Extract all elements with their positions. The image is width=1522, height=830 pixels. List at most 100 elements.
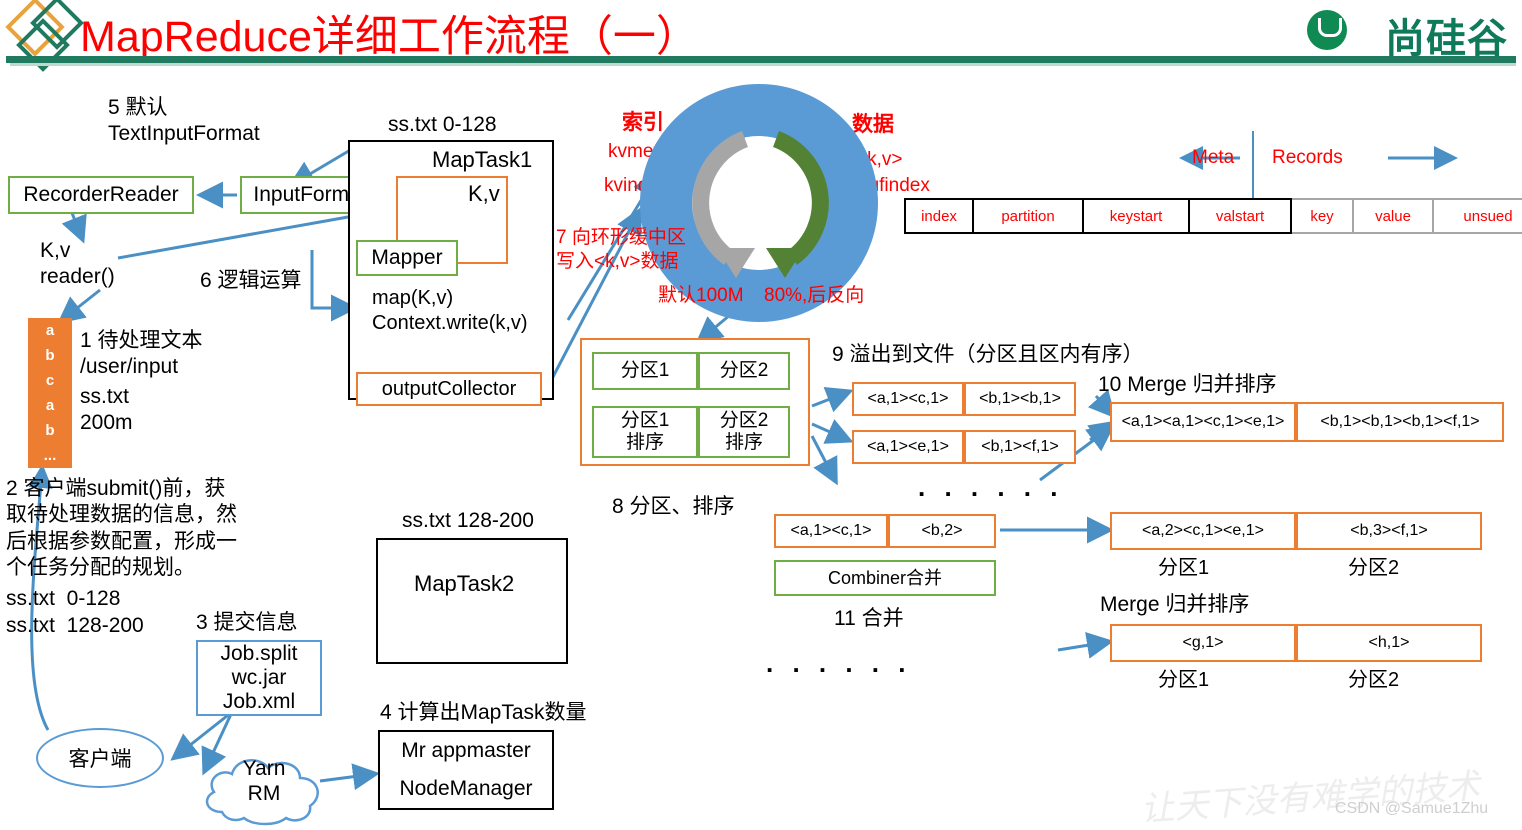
merge-bottom-cell2: <h,1> (1296, 624, 1482, 662)
merge-bottom-partition1-label: 分区1 (1158, 669, 1210, 691)
bufindex-label: bufindex (858, 175, 930, 196)
step6-label: 6 逻辑运算 (200, 269, 302, 292)
recorder-reader-label: RecorderReader (23, 182, 179, 206)
combiner-label: Combiner合并 (827, 567, 943, 588)
cell-text: key (1310, 207, 1334, 225)
meta-arrow-label: Meta (1192, 147, 1235, 168)
output-collector-label: outputCollector (381, 377, 517, 400)
step5-label: 5 默认 TextInputFormat (108, 96, 260, 146)
map-code-label: map(K,v) Context.write(k,v) (372, 287, 528, 334)
header-divider-shadow (10, 63, 1516, 66)
csdn-credit: CSDN @Samue1Zhu (1335, 800, 1489, 817)
merge-mid-partition2-label: 分区2 (1348, 557, 1400, 579)
page-title: MapReduce详细工作流程（一） (80, 13, 699, 61)
step8-label: 8 分区、排序 (612, 495, 735, 518)
maptask2-caption: ss.txt 128-200 (402, 509, 534, 532)
spill-cell-text: <a,1><e,1> (867, 437, 949, 455)
client-node: 客户端 (36, 728, 164, 788)
merge-cell-text: <b,3><f,1> (1350, 521, 1428, 539)
mapper-label: Mapper (371, 245, 443, 269)
merge-mid-caption: Merge 归并排序 (1100, 593, 1250, 616)
shangguigu-logo-icon (1307, 10, 1347, 50)
buffer-spill-threshold-label: 80%,后反向 (764, 285, 865, 306)
diagram-canvas: MapReduce详细工作流程（一） 尚硅谷 5 默认 TextInputFor… (0, 0, 1522, 830)
partition2-box: 分区2 (698, 352, 790, 390)
step2-label: 2 客户端submit()前，获 取待处理数据的信息，然 后根据参数配置，形成一… (6, 477, 237, 579)
partition2-sorted-box: 分区2 排序 (698, 406, 790, 458)
input-file-size: 200m (80, 411, 133, 434)
maptask1-kv-label: K,v (468, 181, 500, 206)
records-arrow-label: Records (1272, 147, 1343, 168)
combiner-box: Combiner合并 (774, 560, 996, 596)
step1-label: 1 待处理文本 /user/input (80, 329, 203, 379)
merge-top-cell1: <a,1><a,1><c,1><e,1> (1110, 402, 1296, 442)
maptask2-title: MapTask2 (414, 571, 515, 596)
combine-cell-text: <b,2> (921, 521, 963, 539)
partition1-label: 分区1 (620, 360, 670, 382)
merge-cell-text: <b,1><b,1><b,1><f,1> (1320, 412, 1480, 430)
partition2-label: 分区2 (719, 360, 769, 382)
partition1-sorted-label: 分区1 排序 (620, 410, 670, 453)
spill-cell-text: <b,1><b,1> (979, 389, 1061, 407)
yarn-label: Yarn RM (242, 757, 286, 806)
job-files-label: Job.split wc.jar Job.xml (220, 641, 298, 714)
spill-cell-text: <b,1><f,1> (981, 437, 1059, 455)
table-cell-unsued: unsued (1434, 198, 1522, 234)
merge-cell-text: <h,1> (1368, 633, 1410, 651)
mapper-box: Mapper (356, 240, 458, 276)
partition2-sorted-label: 分区2 排序 (719, 410, 769, 453)
step4-label: 4 计算出MapTask数量 (380, 701, 587, 724)
combine-dots: . . . . . . (766, 648, 912, 678)
meta-records-table: index partition keystart valstart key va… (904, 198, 1522, 234)
step3-label: 3 提交信息 (196, 611, 298, 634)
merge-mid-partition1-label: 分区1 (1158, 557, 1210, 579)
slide-header: MapReduce详细工作流程（一） 尚硅谷 (0, 0, 1522, 72)
step9-label: 9 溢出到文件（分区且区内有序） (832, 343, 1144, 366)
cell-text: value (1375, 207, 1411, 225)
maptask2-box (376, 538, 568, 664)
file-char: b (45, 347, 55, 364)
table-cell-partition: partition (974, 198, 1084, 234)
cell-text: unsued (1463, 207, 1513, 225)
file-char: b (45, 422, 55, 439)
buffer-index-title: 索引 (622, 111, 664, 134)
kvindex-label: kvindex (604, 175, 669, 196)
spill-dots: . . . . . . (918, 472, 1064, 502)
nodemanager-label: NodeManager (399, 776, 533, 800)
cell-text: keystart (1109, 207, 1163, 225)
merge-mid-cell1: <a,2><c,1><e,1> (1110, 512, 1296, 550)
client-label: 客户端 (68, 748, 132, 771)
file-char: ... (43, 447, 57, 464)
partition1-box: 分区1 (592, 352, 698, 390)
header-divider (6, 56, 1516, 63)
input-file-name: ss.txt (80, 385, 130, 408)
output-collector-box: outputCollector (356, 372, 542, 406)
spill-cell-text: <a,1><c,1> (867, 389, 949, 407)
cell-text: index (921, 207, 957, 225)
combine-row-cell1: <a,1><c,1> (774, 514, 888, 548)
merge-bottom-partition2-label: 分区2 (1348, 669, 1400, 691)
table-cell-key: key (1292, 198, 1354, 234)
kvmeta-label: kvmeta (608, 141, 670, 162)
table-cell-value: value (1354, 198, 1434, 234)
maptask1-caption: ss.txt 0-128 (388, 113, 497, 136)
table-cell-keystart: keystart (1084, 198, 1190, 234)
spill-row2-cell1: <a,1><e,1> (852, 430, 964, 464)
step10-label: 10 Merge 归并排序 (1098, 373, 1277, 396)
merge-bottom-cell1: <g,1> (1110, 624, 1296, 662)
job-files-box: Job.split wc.jar Job.xml (196, 640, 322, 716)
spill-row1-cell1: <a,1><c,1> (852, 382, 964, 416)
merge-cell-text: <a,2><c,1><e,1> (1142, 521, 1264, 539)
spill-row2-cell2: <b,1><f,1> (964, 430, 1076, 464)
file-char: c (45, 372, 55, 389)
spill-row1-cell2: <b,1><b,1> (964, 382, 1076, 416)
combine-row-cell2: <b,2> (888, 514, 996, 548)
merge-cell-text: <a,1><a,1><c,1><e,1> (1121, 412, 1285, 430)
watermark-text: 让天下没有难学的技术 (1139, 768, 1482, 829)
file-char: a (45, 322, 55, 339)
merge-top-cell2: <b,1><b,1><b,1><f,1> (1296, 402, 1504, 442)
buffer-default-size-label: 默认100M (658, 285, 744, 306)
cell-text: partition (1001, 207, 1055, 225)
step7-label: 7 向环形缓中区 写入<k,v>数据 (556, 227, 686, 272)
cell-text: valstart (1215, 207, 1265, 225)
